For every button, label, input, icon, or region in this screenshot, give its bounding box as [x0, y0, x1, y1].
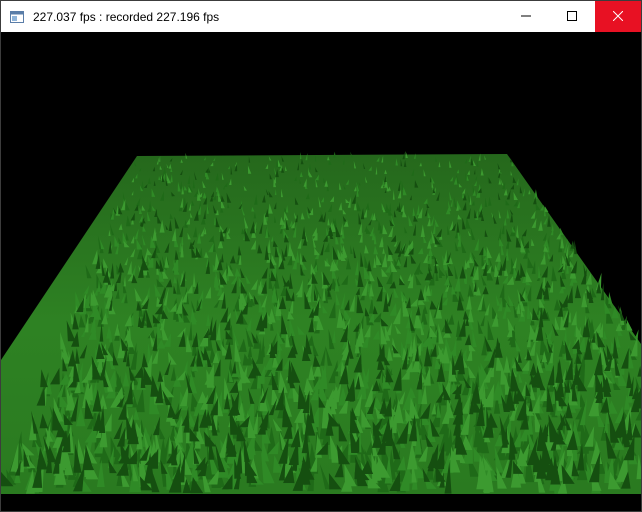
render-viewport[interactable] — [1, 32, 641, 511]
maximize-icon — [567, 8, 577, 26]
window-title: 227.037 fps : recorded 227.196 fps — [33, 9, 220, 24]
maximize-button[interactable] — [549, 1, 595, 32]
close-button[interactable] — [595, 1, 641, 32]
window-app-icon — [9, 9, 25, 25]
app-window: 227.037 fps : recorded 227.196 fps — [0, 0, 642, 512]
close-icon — [612, 8, 624, 26]
title-bar[interactable]: 227.037 fps : recorded 227.196 fps — [1, 1, 641, 32]
grass-field — [1, 151, 641, 494]
minimize-icon — [521, 8, 531, 26]
minimize-button[interactable] — [503, 1, 549, 32]
window-controls — [503, 1, 641, 32]
